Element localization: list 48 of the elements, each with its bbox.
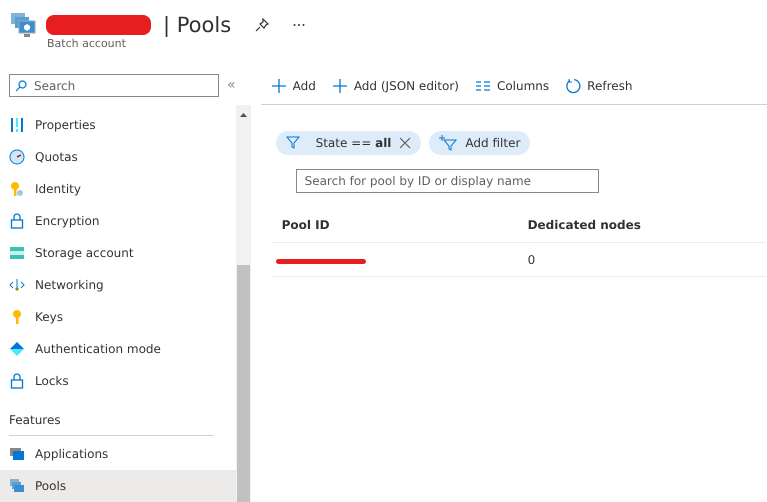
column-header[interactable]: Dedicated nodes	[528, 216, 641, 234]
toolbar-button[interactable]: Columns	[466, 76, 558, 94]
filter-label: State == all	[316, 135, 392, 152]
sidebar-item[interactable]: Storage account	[0, 237, 236, 269]
batch-account-icon	[10, 12, 38, 38]
toolbar-button[interactable]: Add (JSON editor)	[324, 76, 467, 94]
pool-search-field[interactable]: Search for pool by ID or display name	[296, 169, 599, 193]
table-cell-text: 0	[528, 252, 536, 268]
gauge-icon	[9, 149, 25, 165]
plus-icon	[270, 78, 287, 94]
pool-icon	[9, 478, 25, 494]
toolbar-button[interactable]: Add	[262, 76, 324, 94]
sidebar-item[interactable]: Pools	[0, 470, 236, 502]
scrollbar-thumb[interactable]	[236, 265, 250, 502]
add-filter-icon	[439, 135, 458, 151]
collapse-button[interactable]: «	[227, 78, 236, 92]
properties-icon	[9, 117, 25, 133]
sidebar-item[interactable]: Encryption	[0, 205, 236, 237]
sidebar-item[interactable]: Identity	[0, 173, 236, 205]
lock-icon	[9, 373, 25, 389]
network-icon	[9, 277, 25, 293]
pin-icon[interactable]	[255, 18, 270, 32]
sidebar-item[interactable]: Properties	[0, 109, 236, 141]
sidebar-item[interactable]: Authentication mode	[0, 333, 236, 365]
page-subtitle: Batch account	[47, 36, 127, 52]
sidebar-item[interactable]: Quotas	[0, 141, 236, 173]
search-field[interactable]: Search	[9, 74, 219, 97]
key-icon	[9, 181, 25, 197]
more-icon[interactable]	[293, 23, 306, 27]
sidebar-item[interactable]: Locks	[0, 365, 236, 397]
add-filter-button[interactable]: Add filter	[429, 131, 530, 155]
storage-icon	[9, 245, 25, 261]
lock-icon	[9, 213, 25, 229]
filter-icon	[286, 136, 300, 150]
sidebar-item[interactable]: Applications	[0, 438, 236, 470]
section-heading: Features	[8, 412, 62, 429]
state-filter-chip[interactable]: State == all	[276, 131, 422, 155]
refresh-icon	[565, 78, 582, 94]
column-header[interactable]: Pool ID	[272, 216, 528, 234]
sidebar-item[interactable]: Keys	[0, 301, 236, 333]
diamond-icon	[9, 341, 25, 357]
application-icon	[9, 446, 25, 462]
plus-icon	[332, 78, 348, 94]
page-title: | Pools	[163, 14, 232, 36]
scrollbar[interactable]	[236, 105, 251, 502]
close-icon[interactable]	[399, 137, 412, 149]
sidebar-item[interactable]: Networking	[0, 269, 236, 301]
toolbar-button[interactable]: Refresh	[557, 76, 640, 94]
